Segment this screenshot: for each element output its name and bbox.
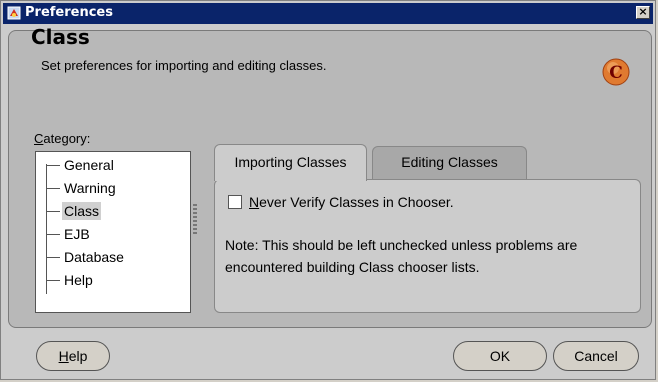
page-subtitle: Set preferences for importing and editin… (41, 58, 327, 73)
tree-item-general[interactable]: General (46, 155, 186, 175)
ok-button[interactable]: OK (453, 341, 547, 371)
cancel-button[interactable]: Cancel (553, 341, 639, 371)
never-verify-label[interactable]: Never Verify Classes in Chooser. (249, 194, 454, 210)
tree-item-ejb[interactable]: EJB (46, 224, 186, 244)
help-button[interactable]: Help (36, 341, 110, 371)
category-tree[interactable]: General Warning Class EJB Database Help (35, 151, 191, 313)
category-label: Category: (34, 131, 91, 146)
tree-item-warning[interactable]: Warning (46, 178, 186, 198)
tree-item-database[interactable]: Database (46, 247, 186, 267)
app-icon (7, 6, 21, 20)
tab-editing-classes[interactable]: Editing Classes (372, 146, 527, 179)
title-bar[interactable]: Preferences × (3, 3, 653, 24)
window-title: Preferences (25, 5, 113, 20)
splitter-handle[interactable] (193, 204, 197, 234)
tab-importing-classes[interactable]: Importing Classes (214, 144, 367, 181)
class-icon: C (602, 58, 630, 86)
preferences-dialog: Preferences × Class Set preferences for … (0, 0, 656, 380)
tree-item-help[interactable]: Help (46, 270, 186, 290)
page-title: Class (31, 25, 90, 49)
svg-text:C: C (609, 63, 623, 83)
tree-item-class[interactable]: Class (46, 201, 186, 221)
never-verify-checkbox[interactable] (228, 195, 242, 209)
note-text: Note: This should be left unchecked unle… (225, 237, 578, 275)
close-button[interactable]: × (636, 6, 650, 19)
